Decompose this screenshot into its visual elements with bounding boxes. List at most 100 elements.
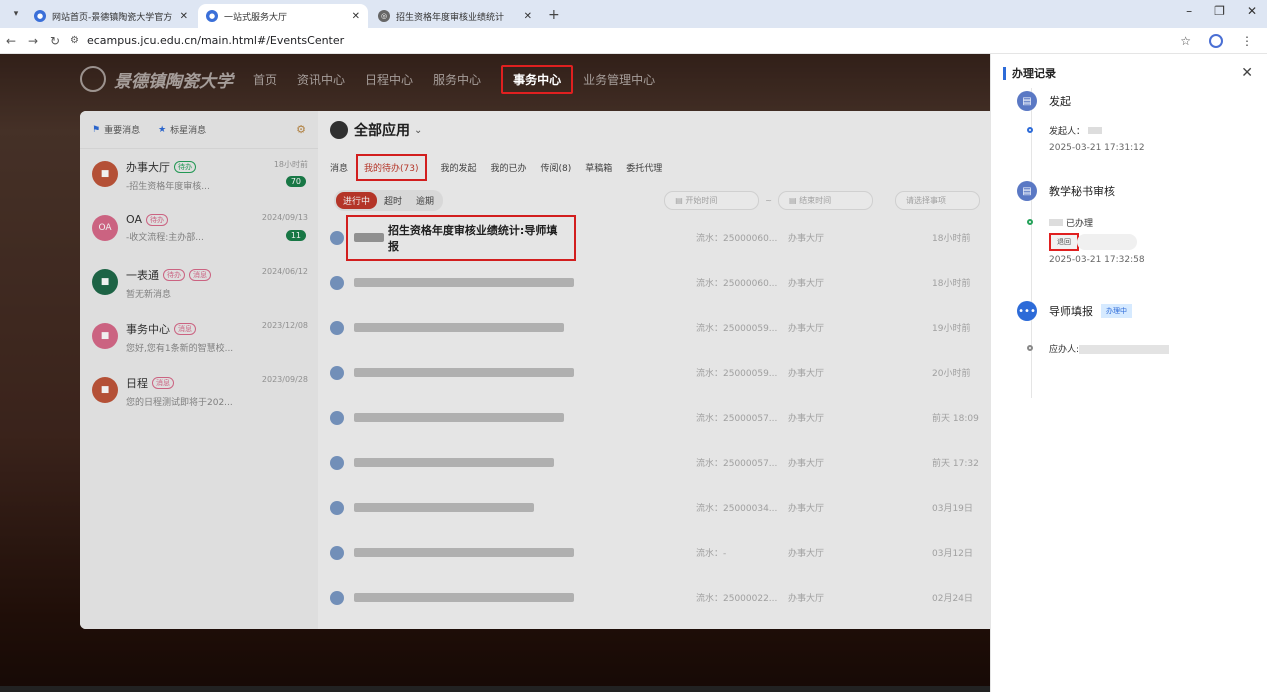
- todo-row[interactable]: 流水：25000059... 办事大厅 19小时前: [330, 305, 990, 350]
- reload-icon[interactable]: ↻: [44, 34, 66, 48]
- window-controls: – ❐ ✕: [1186, 4, 1257, 18]
- taskbar-strip: [0, 686, 990, 692]
- nav-news[interactable]: 资讯中心: [297, 71, 345, 88]
- nav-home[interactable]: 首页: [253, 71, 277, 88]
- todo-row[interactable]: 流水：- 办事大厅 03月12日: [330, 530, 990, 575]
- gear-icon[interactable]: ⚙: [296, 123, 306, 136]
- browser-tab-0[interactable]: ● 网站首页-景德镇陶瓷大学官方 ✕: [26, 4, 196, 28]
- back-arrow-icon[interactable]: ←: [0, 34, 22, 48]
- apps-tab[interactable]: 传阅(8): [541, 161, 572, 174]
- apps-title[interactable]: 全部应用: [354, 120, 410, 140]
- message-preview: 您的日程测试即将于202...: [126, 398, 233, 408]
- serial-number: 流水：25000057...: [696, 414, 778, 424]
- message-item[interactable]: ■ 办事大厅 待办 -招生资格年度审核... 18小时前 70: [80, 149, 318, 203]
- url-field[interactable]: ⚙ ecampus.jcu.edu.cn/main.html#/EventsCe…: [70, 34, 1180, 47]
- unread-count-badge: 70: [285, 176, 306, 187]
- close-window-icon[interactable]: ✕: [1247, 4, 1257, 18]
- new-tab-button[interactable]: +: [548, 7, 560, 23]
- forward-arrow-icon[interactable]: →: [22, 34, 44, 48]
- nav-services[interactable]: 服务中心: [433, 71, 481, 88]
- todo-row[interactable]: 流水：25000060... 办事大厅 18小时前: [330, 260, 990, 305]
- redacted-comment: [1077, 233, 1137, 250]
- redacted-title: [354, 503, 534, 512]
- tab-list-chevron-icon[interactable]: ▾: [6, 3, 26, 25]
- apps-tab[interactable]: 草稿箱: [585, 161, 612, 174]
- apps-tab[interactable]: 我的发起: [441, 161, 477, 174]
- redacted-title: [354, 368, 574, 377]
- profile-avatar-icon[interactable]: [1209, 33, 1223, 48]
- assignee-label: 应办人:: [1049, 345, 1080, 355]
- filter-timeout[interactable]: 超时: [377, 192, 409, 209]
- browser-tab-1[interactable]: ● 一站式服务大厅 ✕: [198, 4, 368, 28]
- message-tag: 待办: [163, 269, 185, 281]
- address-bar: ← → ↻ ⚙ ecampus.jcu.edu.cn/main.html#/Ev…: [0, 28, 1267, 54]
- filter-in-progress[interactable]: 进行中: [336, 191, 378, 209]
- apps-tab[interactable]: 消息: [330, 161, 348, 174]
- message-item[interactable]: OA OA 待办 -收文流程:主办部... 2024/09/13 11: [80, 203, 318, 257]
- message-tag: 待办: [174, 161, 196, 173]
- apps-tab[interactable]: 委托代理: [626, 161, 662, 174]
- end-date-input[interactable]: ▤ 结束时间: [778, 190, 873, 210]
- app-icon: [330, 410, 344, 425]
- site-settings-icon[interactable]: ⚙: [70, 35, 79, 46]
- flag-icon: ⚑: [92, 124, 101, 135]
- close-tab-icon[interactable]: ✕: [524, 11, 532, 22]
- more-dots-icon: •••: [1017, 301, 1037, 321]
- close-icon[interactable]: ✕: [1241, 65, 1253, 81]
- app-icon: [330, 230, 344, 245]
- document-icon: ▤: [1017, 91, 1037, 111]
- filter-overdue[interactable]: 逾期: [409, 192, 441, 209]
- todo-row[interactable]: 流水：25000059... 办事大厅 20小时前: [330, 350, 990, 395]
- item-select-placeholder: 请选择事项: [906, 195, 946, 205]
- chevron-down-icon[interactable]: ⌄: [414, 125, 422, 136]
- item-select[interactable]: 请选择事项: [895, 190, 980, 210]
- app-avatar-icon: ■: [92, 269, 118, 295]
- todo-row[interactable]: 流水：25000034... 办事大厅 03月19日: [330, 485, 990, 530]
- portal-page: 景德镇陶瓷大学 首页 资讯中心 日程中心 服务中心 事务中心 业务管理中心 ⚑ …: [0, 54, 990, 692]
- row-time: 19小时前: [932, 324, 971, 334]
- step-secretary-review: ▤ 教学秘书审核: [1017, 178, 1267, 204]
- todo-row[interactable]: 流水：25000057... 办事大厅 前天 18:09: [330, 395, 990, 440]
- close-tab-icon[interactable]: ✕: [180, 11, 188, 22]
- source-app: 办事大厅: [788, 324, 825, 334]
- message-title: 办事大厅: [126, 161, 170, 174]
- restore-icon[interactable]: ❐: [1214, 4, 1225, 18]
- source-app: 办事大厅: [788, 594, 825, 604]
- source-app: 办事大厅: [788, 504, 825, 514]
- nav-business-mgmt[interactable]: 业务管理中心: [583, 71, 655, 88]
- important-messages-tab[interactable]: 重要消息: [104, 123, 140, 136]
- starred-messages-tab[interactable]: 标星消息: [170, 123, 206, 136]
- browser-tab-2[interactable]: ◎ 招生资格年度审核业绩统计 ✕: [370, 4, 540, 28]
- url-text: ecampus.jcu.edu.cn/main.html#/EventsCent…: [86, 34, 345, 47]
- serial-number: 流水：25000034...: [696, 504, 778, 514]
- row-time: 前天 18:09: [932, 414, 979, 424]
- app-avatar-icon: OA: [92, 215, 118, 241]
- serial-number: 流水：25000057...: [696, 459, 778, 469]
- nav-affairs[interactable]: 事务中心: [501, 64, 574, 94]
- step-advisor-fill: ••• 导师填报 办理中: [1017, 298, 1267, 324]
- nav-schedule[interactable]: 日程中心: [365, 71, 413, 88]
- site-favicon-icon: ●: [34, 10, 46, 22]
- todo-row[interactable]: 流水：25000057... 办事大厅 前天 17:32: [330, 440, 990, 485]
- menu-kebab-icon[interactable]: ⋮: [1241, 34, 1253, 48]
- row-time: 18小时前: [932, 279, 971, 289]
- message-item[interactable]: ■ 日程 消息 您的日程测试即将于202... 2023/09/28: [80, 365, 318, 419]
- todo-row[interactable]: 流水：25000022... 办事大厅 02月24日: [330, 575, 990, 620]
- handled-status: 已办理: [1066, 219, 1094, 229]
- apps-tab[interactable]: 我的待办(73): [356, 153, 427, 181]
- source-app: 办事大厅: [788, 234, 825, 244]
- close-tab-icon[interactable]: ✕: [352, 11, 360, 22]
- start-date-input[interactable]: ▤ 开始时间: [664, 190, 760, 210]
- timeline-dot: [1027, 127, 1033, 133]
- message-tag: 消息: [189, 269, 211, 281]
- apps-tab[interactable]: 我的已办: [491, 161, 527, 174]
- message-item[interactable]: ■ 一表通 待办 消息 暂无新消息 2024/06/12: [80, 257, 318, 311]
- source-app: 办事大厅: [788, 279, 825, 289]
- minimize-icon[interactable]: –: [1186, 4, 1192, 18]
- step-secretary-detail: 已办理 退回 2025-03-21 17:32:58: [1027, 216, 1267, 298]
- todo-row[interactable]: 招生资格年度审核业绩统计:导师填报 流水：25000060... 办事大厅 18…: [330, 214, 990, 261]
- bookmark-star-icon[interactable]: ☆: [1180, 34, 1191, 48]
- message-item[interactable]: ■ 事务中心 消息 您好,您有1条新的智慧校... 2023/12/08: [80, 311, 318, 365]
- app-icon: [330, 500, 344, 515]
- step-initiate-detail: 发起人： 2025-03-21 17:31:12: [1027, 124, 1267, 178]
